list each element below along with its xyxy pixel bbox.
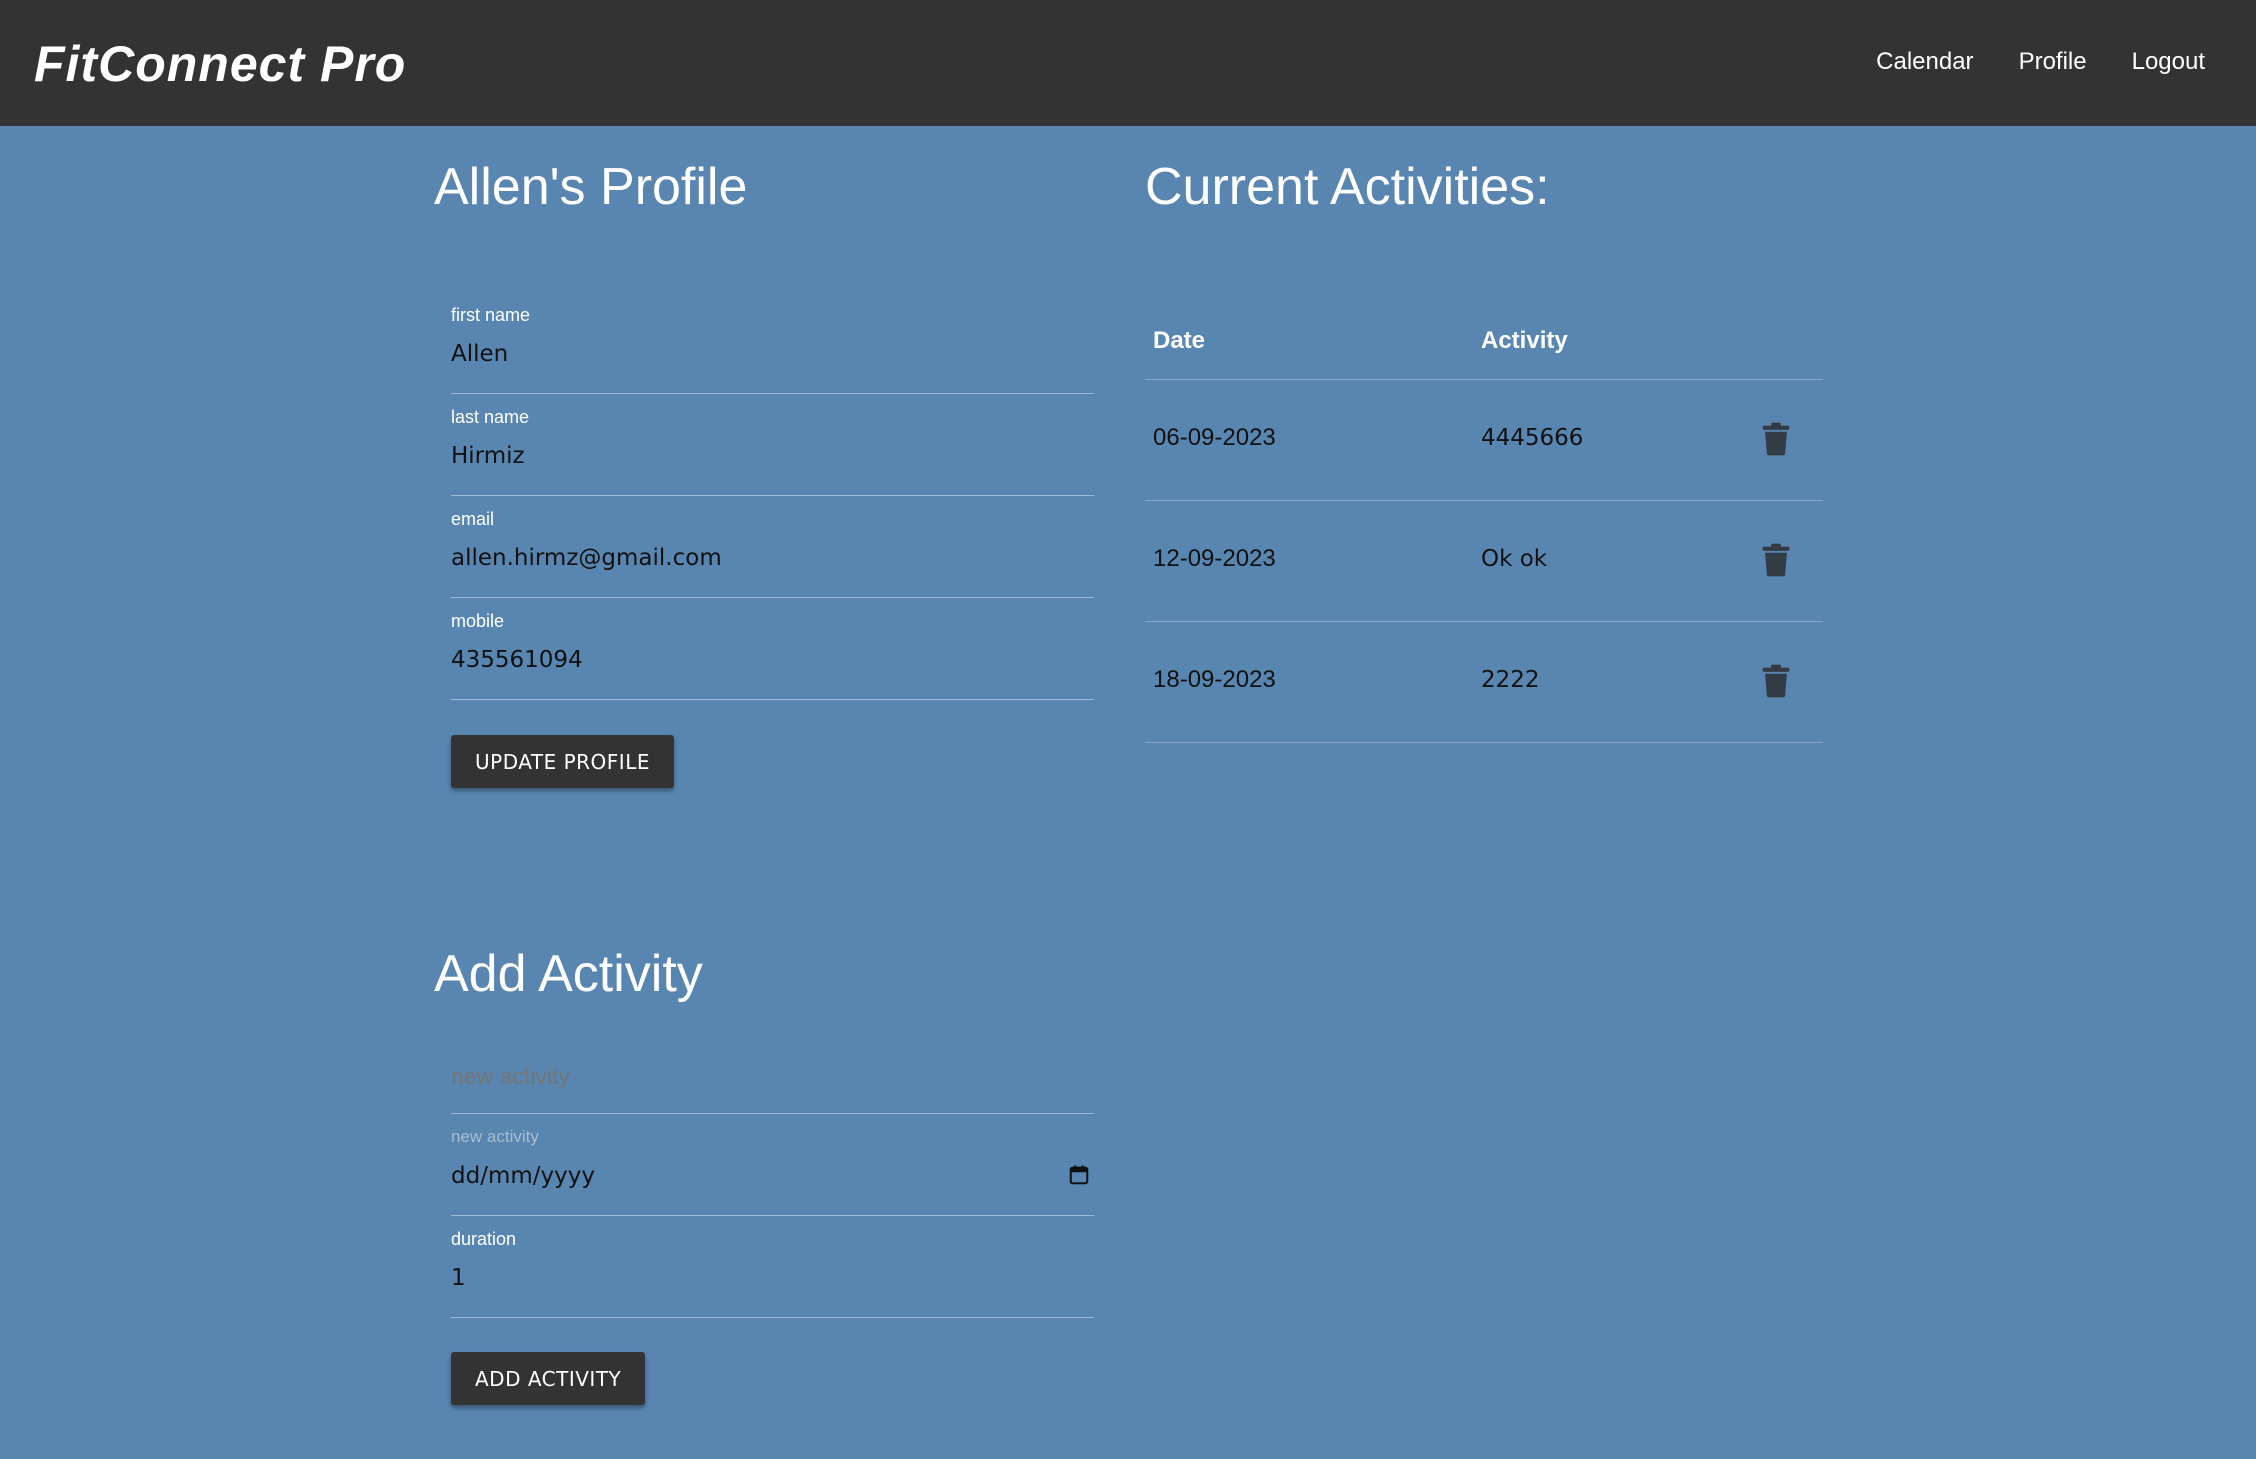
row-activity: 4445666 [1481, 425, 1584, 451]
nav-links: Calendar Profile Logout [1876, 44, 2205, 80]
last-name-input[interactable] [451, 436, 1094, 476]
trash-icon[interactable] [1761, 664, 1791, 698]
table-row: 12-09-2023 Ok ok [1145, 501, 1823, 622]
activity-name-field [451, 1012, 1094, 1114]
last-name-field: last name [451, 394, 1094, 496]
column-header-date: Date [1153, 327, 1206, 354]
nav-link-calendar[interactable]: Calendar [1876, 44, 1973, 80]
table-row: 06-09-2023 4445666 [1145, 380, 1823, 501]
email-field: email [451, 496, 1094, 598]
row-date: 18-09-2023 [1153, 666, 1276, 693]
email-label: email [451, 509, 495, 529]
mobile-label: mobile [451, 611, 505, 631]
calendar-icon[interactable] [1068, 1164, 1090, 1186]
trash-icon[interactable] [1761, 422, 1791, 456]
column-header-activity: Activity [1481, 327, 1568, 354]
mobile-field: mobile [451, 598, 1094, 700]
activity-date-input[interactable]: dd/mm/yyyy [451, 1156, 1094, 1196]
nav-link-profile[interactable]: Profile [2019, 44, 2087, 80]
duration-field: duration [451, 1216, 1094, 1318]
activities-table: Date Activity 06-09-2023 4445666 12-09-2… [1145, 301, 1823, 743]
row-date: 12-09-2023 [1153, 545, 1276, 572]
row-activity: Ok ok [1481, 546, 1548, 572]
row-activity: 2222 [1481, 667, 1540, 693]
table-row: 18-09-2023 2222 [1145, 622, 1823, 743]
first-name-input[interactable] [451, 334, 1094, 374]
activity-date-field: new activity dd/mm/yyyy [451, 1114, 1094, 1216]
update-profile-button[interactable]: UPDATE PROFILE [451, 735, 674, 788]
activities-title: Current Activities: [1145, 158, 1550, 216]
row-date: 06-09-2023 [1153, 424, 1276, 451]
table-header: Date Activity [1145, 301, 1823, 380]
profile-title: Allen's Profile [434, 158, 748, 216]
add-activity-button[interactable]: ADD ACTIVITY [451, 1352, 646, 1405]
brand-logo[interactable]: FitConnect Pro [34, 34, 406, 94]
activity-date-label: new activity [451, 1127, 539, 1146]
nav-link-logout[interactable]: Logout [2132, 44, 2205, 80]
top-navbar: FitConnect Pro Calendar Profile Logout [0, 0, 2256, 126]
duration-label: duration [451, 1229, 517, 1249]
first-name-label: first name [451, 305, 531, 325]
mobile-input[interactable] [451, 640, 1094, 680]
trash-icon[interactable] [1761, 543, 1791, 577]
first-name-field: first name [451, 292, 1094, 394]
add-activity-title: Add Activity [434, 945, 703, 1003]
email-input[interactable] [451, 538, 1094, 578]
duration-input[interactable] [451, 1258, 1094, 1298]
last-name-label: last name [451, 407, 530, 427]
activity-name-input[interactable] [451, 1056, 1094, 1096]
